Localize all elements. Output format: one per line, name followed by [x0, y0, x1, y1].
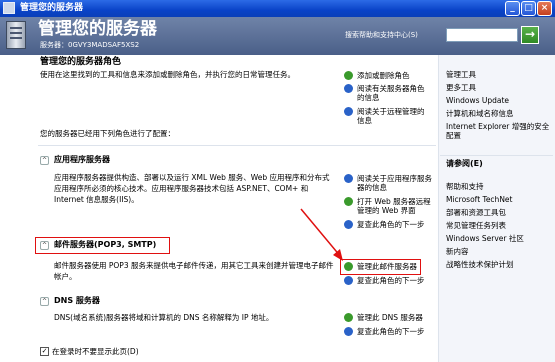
section-heading: 管理您的服务器角色 [40, 57, 122, 67]
minimize-button[interactable]: _ [505, 1, 520, 16]
server-app-icon [3, 2, 15, 14]
close-button[interactable]: × [537, 1, 552, 16]
window-title-bar[interactable]: 管理您的服务器 _ □ × [0, 0, 555, 17]
help-support-link[interactable]: 帮助和支持 [446, 182, 484, 191]
page-title: 管理您的服务器 [38, 19, 157, 39]
role-description: 邮件服务器使用 POP3 服务来提供电子邮件传递，用其它工具来创建并管理电子邮件… [54, 261, 334, 281]
window-title: 管理您的服务器 [20, 3, 84, 13]
computer-domain-link[interactable]: 计算机和域名称信息 [446, 109, 514, 118]
more-tools-link[interactable]: 更多工具 [446, 83, 476, 92]
technet-link[interactable]: Microsoft TechNet [446, 195, 512, 204]
role-title: DNS 服务器 [54, 296, 100, 305]
collapse-chevron-icon[interactable]: ^ [40, 241, 49, 250]
manage-dns-server-link[interactable]: 管理此 DNS 服务器 [357, 313, 423, 322]
annotation-arrow [300, 208, 343, 261]
go-arrow-icon [344, 313, 353, 322]
common-tasks-link[interactable]: 常见管理任务列表 [446, 221, 506, 230]
role-title: 应用程序服务器 [54, 155, 110, 164]
page-header: 管理您的服务器 服务器：0GVY3MADSAF5XS2 搜索帮助和支持中心(S)… [0, 17, 555, 55]
see-also-title: 请参阅(E) [446, 159, 483, 168]
configured-text: 您的服务器已经用下列角色进行了配置： [40, 129, 175, 138]
go-arrow-icon [344, 71, 353, 80]
open-web-admin-link[interactable]: 打开 Web 服务器远程管理的 Web 界面 [357, 197, 433, 215]
role-description: DNS(域名系统)服务器将域和计算机的 DNS 名称解释为 IP 地址。 [54, 313, 274, 322]
role-description: 应用程序服务器提供构造、部署以及运行 XML Web 服务、Web 应用程序和分… [54, 173, 330, 204]
deployment-kit-link[interactable]: 部署和资源工具包 [446, 208, 506, 217]
divider [440, 155, 553, 156]
dont-show-checkbox[interactable]: ✓ [40, 347, 49, 356]
divider [38, 145, 436, 146]
dont-show-label: 在登录时不要显示此页(D) [52, 347, 139, 356]
collapse-chevron-icon[interactable]: ^ [40, 297, 49, 306]
read-remote-admin-link[interactable]: 阅读关于远程管理的信息 [357, 107, 429, 125]
intro-text: 使用在这里找到的工具和信息来添加或删除角色，并执行您的日常管理任务。 [40, 70, 295, 79]
review-next-steps-link[interactable]: 复查此角色的下一步 [357, 276, 425, 285]
security-plan-link[interactable]: 战略性技术保护计划 [446, 260, 514, 269]
manage-mail-server-link[interactable]: 管理此邮件服务器 [357, 262, 417, 271]
read-server-roles-link[interactable]: 阅读有关服务器角色的信息 [357, 84, 429, 102]
server-icon [6, 21, 26, 49]
ie-security-link[interactable]: Internet Explorer 增强的安全配置 [446, 122, 550, 140]
review-next-steps-link[interactable]: 复查此角色的下一步 [357, 327, 425, 336]
info-icon [344, 174, 353, 183]
whats-new-link[interactable]: 新内容 [446, 247, 469, 256]
search-go-button[interactable]: → [521, 26, 539, 44]
maximize-button[interactable]: □ [521, 1, 536, 16]
info-icon [344, 107, 353, 116]
search-label: 搜索帮助和支持中心(S) [345, 31, 418, 39]
info-icon [344, 327, 353, 336]
info-icon [344, 84, 353, 93]
info-icon [344, 276, 353, 285]
read-app-server-link[interactable]: 阅读关于应用程序服务器的信息 [357, 174, 433, 192]
server-community-link[interactable]: Windows Server 社区 [446, 234, 524, 243]
review-next-steps-link[interactable]: 复查此角色的下一步 [357, 220, 425, 229]
role-title: 邮件服务器(POP3, SMTP) [54, 240, 157, 249]
windows-update-link[interactable]: Windows Update [446, 96, 509, 105]
server-name: 服务器：0GVY3MADSAF5XS2 [40, 41, 140, 49]
search-input[interactable] [446, 28, 518, 42]
admin-tools-link[interactable]: 管理工具 [446, 70, 476, 79]
add-remove-roles-link[interactable]: 添加或删除角色 [357, 71, 410, 80]
collapse-chevron-icon[interactable]: ^ [40, 156, 49, 165]
